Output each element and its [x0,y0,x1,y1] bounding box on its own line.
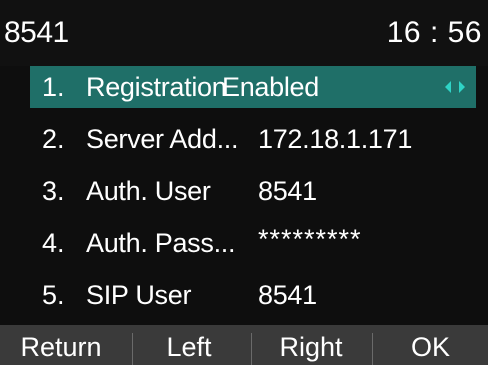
account-number: 8541 [4,16,69,49]
status-bar: 8541 16 : 56 [0,0,488,66]
menu-item-index: 5. [42,280,65,310]
menu-item-index: 4. [42,228,65,258]
phone-screen: 8541 16 : 56 1. Registration Enabled 2. … [0,0,488,365]
menu-item-value: 8541 [258,176,317,206]
menu-item-label: Registration [86,72,227,102]
menu-item-value: 172.18.1.171 [258,124,413,154]
left-softkey[interactable]: Left [133,325,245,365]
menu-item-index: 1. [42,72,65,102]
left-arrow-icon [445,81,451,93]
right-softkey[interactable]: Right [252,325,370,365]
account-settings-menu: 1. Registration Enabled 2. Server Add...… [0,66,488,325]
clock: 16 : 56 [386,16,482,49]
menu-item-label: SIP User [86,280,192,310]
menu-item-auth-password[interactable]: 4. Auth. Pass... ********* [30,222,476,264]
menu-item-index: 2. [42,124,65,154]
menu-item-index: 3. [42,176,65,206]
menu-item-value: 8541 [258,280,317,310]
menu-item-registration[interactable]: 1. Registration Enabled [30,66,476,108]
return-softkey[interactable]: Return [0,325,122,365]
menu-item-label: Auth. Pass... [86,228,236,258]
menu-item-label: Server Add... [86,124,239,154]
menu-item-auth-user[interactable]: 3. Auth. User 8541 [30,170,476,212]
softkey-bar: Return Left Right OK [0,325,488,365]
menu-item-label: Auth. User [86,176,211,206]
ok-softkey[interactable]: OK [373,325,488,365]
menu-item-sip-user[interactable]: 5. SIP User 8541 [30,274,476,316]
menu-item-server-address[interactable]: 2. Server Add... 172.18.1.171 [30,118,476,160]
left-right-arrows-icon[interactable] [444,80,466,94]
right-arrow-icon [459,81,465,93]
menu-item-value: Enabled [222,72,319,102]
menu-item-value: ********* [258,224,362,254]
